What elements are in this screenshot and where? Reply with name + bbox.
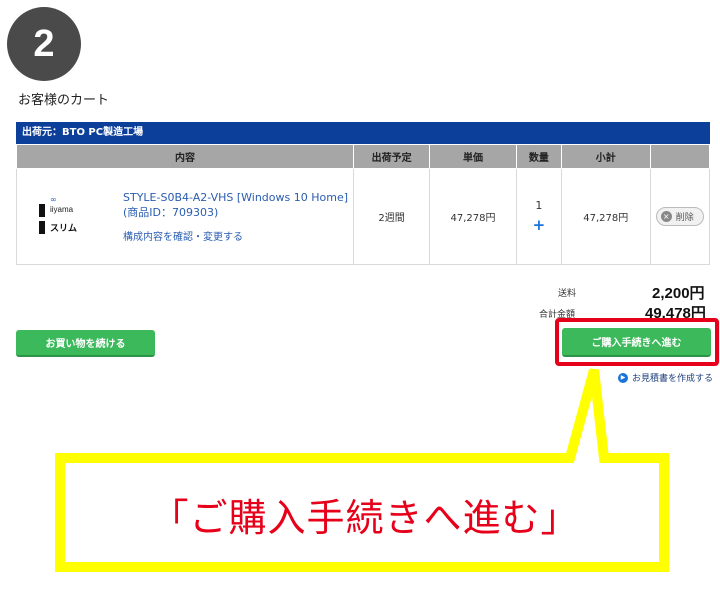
callout-text: 「ご購入手続きへ進む」 [150,495,580,540]
